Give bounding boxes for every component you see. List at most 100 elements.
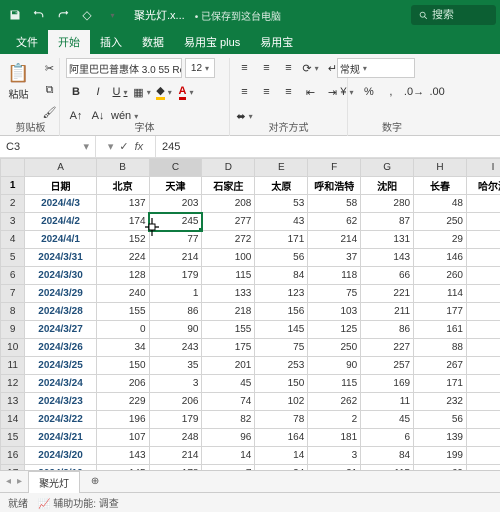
- col-header-E[interactable]: E: [255, 159, 308, 177]
- tab-5[interactable]: 易用宝: [250, 30, 303, 54]
- cell[interactable]: 78: [255, 411, 308, 429]
- header-cell[interactable]: 哈尔滨: [467, 177, 500, 195]
- currency-button[interactable]: ¥: [337, 82, 357, 102]
- cell[interactable]: 171: [255, 231, 308, 249]
- cell[interactable]: 150: [96, 357, 149, 375]
- qat-item-icon[interactable]: ◇: [76, 4, 98, 26]
- cell[interactable]: 21: [308, 465, 361, 471]
- select-all[interactable]: [1, 159, 25, 177]
- row-header[interactable]: 2: [1, 195, 25, 213]
- cell[interactable]: 277: [202, 213, 255, 231]
- cell[interactable]: 123: [255, 285, 308, 303]
- cell[interactable]: 11: [467, 429, 500, 447]
- align-middle-button[interactable]: ≡: [257, 58, 277, 78]
- cell[interactable]: 2024/3/28: [25, 303, 96, 321]
- cell[interactable]: 118: [308, 267, 361, 285]
- align-center-button[interactable]: ≡: [257, 82, 277, 102]
- increase-decimal-button[interactable]: .0→: [403, 82, 425, 102]
- cell[interactable]: 272: [202, 231, 255, 249]
- cell[interactable]: 267: [414, 357, 467, 375]
- cell[interactable]: 174: [96, 213, 149, 231]
- cell[interactable]: 2: [467, 375, 500, 393]
- cell[interactable]: 3: [308, 447, 361, 465]
- cell[interactable]: 114: [414, 285, 467, 303]
- cell[interactable]: 84: [255, 267, 308, 285]
- cell[interactable]: 155: [96, 303, 149, 321]
- tab-3[interactable]: 数据: [132, 30, 174, 54]
- save-icon[interactable]: [4, 4, 26, 26]
- col-header-H[interactable]: H: [414, 159, 467, 177]
- cell[interactable]: 115: [308, 375, 361, 393]
- cell[interactable]: 128: [96, 267, 149, 285]
- cell[interactable]: 280: [361, 195, 414, 213]
- orientation-button[interactable]: ⟳: [301, 58, 321, 78]
- decrease-font-button[interactable]: A↓: [88, 106, 108, 126]
- cell[interactable]: 260: [414, 267, 467, 285]
- cell[interactable]: 214: [308, 231, 361, 249]
- cell[interactable]: 14: [255, 447, 308, 465]
- cell[interactable]: 1: [149, 285, 202, 303]
- cell[interactable]: 152: [96, 231, 149, 249]
- name-box[interactable]: C3▾: [0, 136, 96, 157]
- search-input[interactable]: [432, 9, 488, 21]
- header-cell[interactable]: 天津: [149, 177, 202, 195]
- row-header[interactable]: 4: [1, 231, 25, 249]
- font-name-select[interactable]: 阿里巴巴普惠体 3.0 55 Regu: [66, 58, 182, 78]
- col-header-F[interactable]: F: [308, 159, 361, 177]
- cell[interactable]: 2024/4/3: [25, 195, 96, 213]
- cell[interactable]: 56: [414, 411, 467, 429]
- cell[interactable]: 86: [149, 303, 202, 321]
- cell[interactable]: [467, 357, 500, 375]
- cell[interactable]: 155: [202, 321, 255, 339]
- align-top-button[interactable]: ≡: [235, 58, 255, 78]
- cell[interactable]: 131: [361, 231, 414, 249]
- cell[interactable]: 66: [361, 267, 414, 285]
- border-button[interactable]: ▦: [132, 82, 152, 102]
- cell[interactable]: 175: [202, 339, 255, 357]
- cell[interactable]: 56: [255, 249, 308, 267]
- cell[interactable]: 206: [96, 375, 149, 393]
- cell[interactable]: 7: [202, 465, 255, 471]
- font-color-button[interactable]: A: [176, 82, 196, 102]
- align-bottom-button[interactable]: ≡: [279, 58, 299, 78]
- row-header[interactable]: 8: [1, 303, 25, 321]
- cell[interactable]: 34: [96, 339, 149, 357]
- cell[interactable]: 143: [361, 249, 414, 267]
- row-header[interactable]: 6: [1, 267, 25, 285]
- cell[interactable]: 248: [149, 429, 202, 447]
- cell[interactable]: 34: [255, 465, 308, 471]
- cell[interactable]: 203: [149, 195, 202, 213]
- cell[interactable]: 84: [361, 447, 414, 465]
- formula-buttons[interactable]: ▾✓fx: [96, 136, 156, 157]
- underline-button[interactable]: U: [110, 82, 130, 102]
- cell[interactable]: 2024/3/20: [25, 447, 96, 465]
- cell[interactable]: 201: [202, 357, 255, 375]
- add-sheet-button[interactable]: ⊕: [86, 473, 104, 491]
- cell[interactable]: 232: [414, 393, 467, 411]
- header-cell[interactable]: 长春: [414, 177, 467, 195]
- cell[interactable]: 218: [202, 303, 255, 321]
- cell[interactable]: 257: [361, 357, 414, 375]
- cell[interactable]: 69: [414, 465, 467, 471]
- col-header-A[interactable]: A: [25, 159, 96, 177]
- cell[interactable]: 77: [149, 231, 202, 249]
- cell[interactable]: 3: [149, 375, 202, 393]
- col-header-C[interactable]: C: [149, 159, 202, 177]
- cell[interactable]: 143: [96, 447, 149, 465]
- cell[interactable]: 14: [202, 447, 255, 465]
- row-header[interactable]: 1: [1, 177, 25, 195]
- cell[interactable]: 208: [202, 195, 255, 213]
- cell[interactable]: 139: [414, 429, 467, 447]
- sheet-nav-next[interactable]: ▸: [17, 476, 22, 487]
- cell[interactable]: 96: [202, 429, 255, 447]
- cell[interactable]: 82: [202, 411, 255, 429]
- align-right-button[interactable]: ≡: [279, 82, 299, 102]
- cell[interactable]: 211: [361, 303, 414, 321]
- cell[interactable]: 179: [149, 267, 202, 285]
- cell[interactable]: 214: [149, 447, 202, 465]
- number-format-select[interactable]: 常规: [337, 58, 415, 78]
- cell[interactable]: 240: [96, 285, 149, 303]
- redo-icon[interactable]: [52, 4, 74, 26]
- cell[interactable]: 245: [149, 213, 202, 231]
- decrease-decimal-button[interactable]: .00: [427, 82, 447, 102]
